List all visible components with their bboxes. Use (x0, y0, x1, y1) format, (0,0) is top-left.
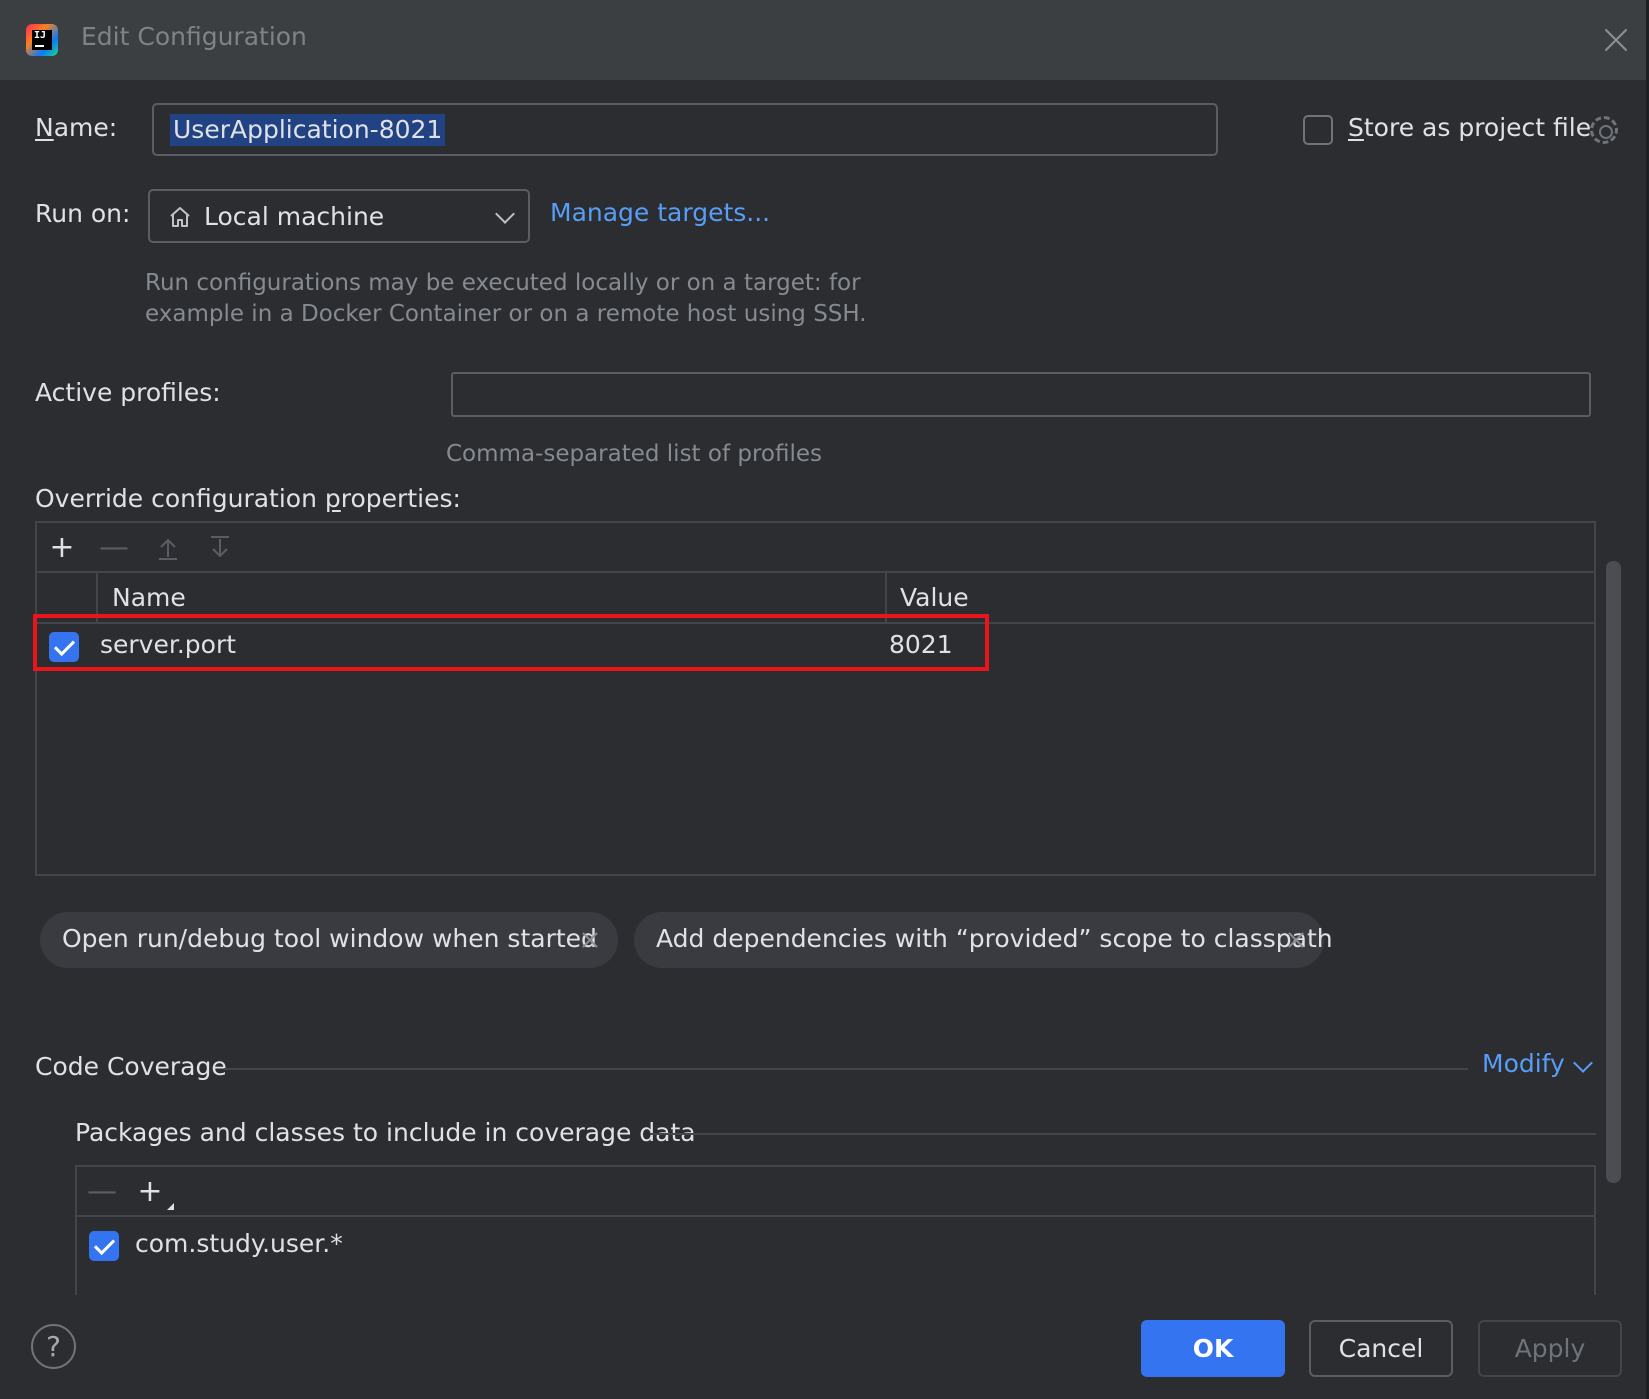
store-as-project-file-label: Store as project file (1348, 113, 1592, 142)
window-title: Edit Configuration (81, 22, 307, 51)
column-header-name[interactable]: Name (112, 583, 186, 612)
active-profiles-input[interactable] (451, 372, 1591, 417)
package-pattern[interactable]: com.study.user.* (135, 1229, 343, 1258)
name-input-value: UserApplication-8021 (170, 114, 446, 146)
manage-targets-link[interactable]: Manage targets... (550, 198, 770, 227)
edit-configuration-dialog: IJ Edit Configuration Name: UserApplicat… (0, 0, 1649, 1399)
modify-link[interactable]: Modify (1482, 1049, 1565, 1078)
cancel-button[interactable]: Cancel (1309, 1320, 1453, 1377)
package-enabled-checkbox[interactable] (89, 1231, 119, 1261)
run-on-label: Run on: (35, 199, 131, 228)
name-label: Name: (35, 113, 118, 142)
annotation-highlight-box (33, 614, 989, 671)
override-properties-table: + — Name Value server.port 8021 (35, 521, 1596, 876)
run-on-dropdown[interactable]: Local machine (148, 189, 530, 243)
chip-label: Add dependencies with “provided” scope t… (656, 924, 1333, 953)
packages-title: Packages and classes to include in cover… (75, 1118, 696, 1147)
run-on-hint-line1: Run configurations may be executed local… (145, 270, 861, 296)
name-input[interactable]: UserApplication-8021 (152, 103, 1218, 156)
move-up-icon[interactable] (153, 533, 183, 563)
chevron-down-icon[interactable] (1573, 1053, 1593, 1073)
store-as-project-file-checkbox[interactable] (1303, 115, 1333, 145)
dropdown-corner-icon (167, 1203, 174, 1210)
run-on-hint-line2: example in a Docker Container or on a re… (145, 301, 867, 327)
column-header-value[interactable]: Value (900, 583, 969, 612)
add-icon[interactable]: + (47, 533, 77, 563)
active-profiles-hint: Comma-separated list of profiles (446, 441, 822, 467)
apply-button[interactable]: Apply (1478, 1320, 1622, 1377)
gear-icon[interactable] (1590, 116, 1618, 144)
close-icon[interactable] (1598, 22, 1634, 58)
vertical-scrollbar[interactable] (1606, 561, 1621, 1183)
home-icon (170, 207, 190, 227)
remove-icon[interactable]: — (99, 533, 129, 563)
option-chip-provided-scope[interactable]: Add dependencies with “provided” scope t… (634, 912, 1333, 968)
code-coverage-title: Code Coverage (35, 1052, 227, 1081)
option-chip-open-tool-window[interactable]: Open run/debug tool window when started (40, 912, 618, 968)
coverage-toolbar: — + (77, 1167, 1594, 1217)
active-profiles-label: Active profiles: (35, 378, 221, 407)
chip-label: Open run/debug tool window when started (62, 924, 597, 953)
run-on-selected: Local machine (204, 202, 385, 231)
help-button[interactable]: ? (31, 1324, 76, 1369)
chevron-down-icon (495, 204, 515, 224)
move-down-icon[interactable] (205, 533, 235, 563)
list-item[interactable]: com.study.user.* (77, 1227, 1594, 1271)
close-icon[interactable] (580, 930, 600, 950)
title-bar: IJ Edit Configuration (0, 0, 1646, 80)
override-table-toolbar: + — (37, 523, 1594, 573)
coverage-packages-list: — + com.study.user.* (75, 1165, 1596, 1295)
remove-icon[interactable]: — (87, 1177, 117, 1207)
intellij-logo-icon: IJ (26, 24, 58, 56)
add-icon[interactable]: + (135, 1177, 165, 1207)
close-icon[interactable] (1286, 930, 1306, 950)
ok-button[interactable]: OK (1141, 1320, 1285, 1377)
override-properties-label: Override configuration properties: (35, 484, 461, 513)
